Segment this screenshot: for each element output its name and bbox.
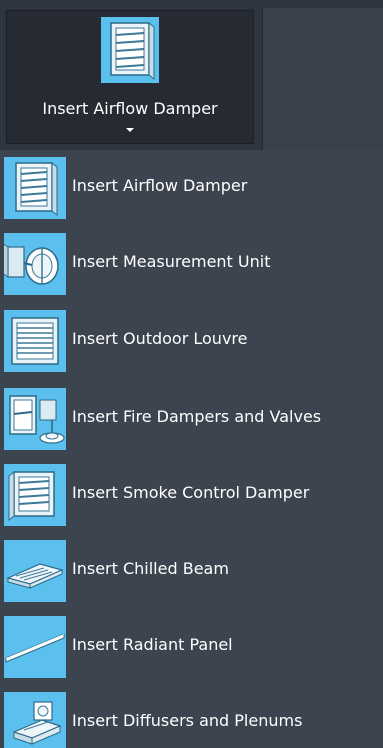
menu-item-insert-fire-dampers-and-valves[interactable]: Insert Fire Dampers and Valves bbox=[0, 383, 383, 457]
diffuser-plenum-icon bbox=[4, 692, 66, 748]
smoke-control-damper-icon bbox=[4, 464, 66, 526]
chilled-beam-icon bbox=[4, 540, 66, 602]
menu-item-insert-radiant-panel[interactable]: Insert Radiant Panel bbox=[0, 611, 383, 685]
menu-item-label: Insert Fire Dampers and Valves bbox=[72, 407, 322, 426]
dropdown-menu: Insert Airflow Damper Insert Measurement… bbox=[0, 150, 383, 748]
menu-item-label: Insert Outdoor Louvre bbox=[72, 329, 248, 348]
menu-item-label: Insert Airflow Damper bbox=[72, 176, 248, 195]
menu-item-label: Insert Radiant Panel bbox=[72, 635, 233, 654]
insert-damper-dropdown: Insert Airflow Damper Insert Airflow Dam… bbox=[0, 0, 383, 748]
insert-airflow-damper-split-button[interactable]: Insert Airflow Damper bbox=[6, 10, 254, 144]
menu-item-label: Insert Diffusers and Plenums bbox=[72, 711, 303, 730]
menu-item-label: Insert Smoke Control Damper bbox=[72, 483, 310, 502]
menu-item-insert-smoke-control-damper[interactable]: Insert Smoke Control Damper bbox=[0, 459, 383, 533]
fire-damper-icon bbox=[4, 388, 66, 450]
split-button-label: Insert Airflow Damper bbox=[42, 99, 218, 118]
menu-item-insert-diffusers-and-plenums[interactable]: Insert Diffusers and Plenums bbox=[0, 687, 383, 748]
chevron-down-icon[interactable] bbox=[125, 127, 135, 133]
outdoor-louvre-icon bbox=[4, 310, 66, 372]
measurement-unit-icon bbox=[4, 233, 66, 295]
radiant-panel-icon bbox=[4, 616, 66, 678]
airflow-damper-icon bbox=[101, 17, 159, 83]
menu-item-label: Insert Chilled Beam bbox=[72, 559, 229, 578]
menu-item-insert-measurement-unit[interactable]: Insert Measurement Unit bbox=[0, 228, 383, 302]
menu-item-insert-outdoor-louvre[interactable]: Insert Outdoor Louvre bbox=[0, 305, 383, 379]
menu-item-insert-chilled-beam[interactable]: Insert Chilled Beam bbox=[0, 535, 383, 609]
menu-item-label: Insert Measurement Unit bbox=[72, 252, 271, 271]
airflow-damper-icon bbox=[4, 157, 66, 219]
ribbon-empty-area bbox=[262, 8, 383, 150]
menu-item-insert-airflow-damper[interactable]: Insert Airflow Damper bbox=[0, 152, 383, 226]
